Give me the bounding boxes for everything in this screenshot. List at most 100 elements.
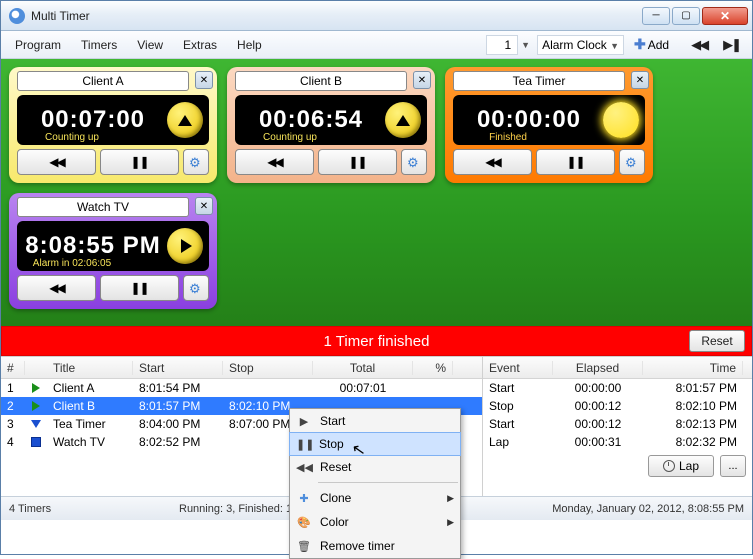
- gear-icon: ⚙: [189, 155, 203, 169]
- menu-item-label: Color: [320, 515, 349, 529]
- gear-icon: ⚙: [407, 155, 421, 169]
- timer-main-button[interactable]: [385, 102, 421, 138]
- col-time[interactable]: Time: [643, 361, 743, 375]
- timer-main-button[interactable]: [603, 102, 639, 138]
- context-menu-item[interactable]: ▶ Start: [290, 409, 460, 433]
- sound-select[interactable]: Alarm Clock ▼: [537, 35, 624, 55]
- table-row[interactable]: Start 00:00:00 8:01:57 PM: [483, 379, 752, 397]
- stop-icon: [31, 437, 41, 447]
- menu-item-label: Reset: [320, 460, 351, 474]
- play-icon: [31, 400, 41, 412]
- timer-pause-button[interactable]: ❚❚: [100, 275, 179, 301]
- col-start[interactable]: Start: [133, 361, 223, 375]
- context-menu-item[interactable]: ◀◀ Reset: [290, 455, 460, 479]
- timer-settings-button[interactable]: ⚙: [401, 149, 427, 175]
- timer-main-button[interactable]: [167, 228, 203, 264]
- menu-program[interactable]: Program: [5, 34, 71, 56]
- timer-close-button[interactable]: ✕: [413, 71, 431, 89]
- more-button[interactable]: ...: [720, 455, 746, 477]
- status-datetime: Monday, January 02, 2012, 8:08:55 PM: [552, 503, 744, 515]
- timer-digits: 00:06:54: [241, 106, 381, 134]
- timer-pause-button[interactable]: ❚❚: [318, 149, 397, 175]
- menu-item-icon: ▶: [296, 415, 312, 428]
- menu-item-icon: ❚❚: [296, 438, 312, 451]
- col-index[interactable]: #: [1, 361, 25, 375]
- timer-close-button[interactable]: ✕: [195, 197, 213, 215]
- finished-banner: 1 Timer finished Reset: [1, 326, 752, 356]
- lap-button[interactable]: Lap: [648, 455, 714, 477]
- events-table: Event Elapsed Time Start 00:00:00 8:01:5…: [482, 357, 752, 496]
- col-percent[interactable]: %: [413, 361, 453, 375]
- close-button[interactable]: ✕: [702, 7, 748, 25]
- submenu-arrow-icon: ▶: [447, 493, 454, 504]
- timer-title[interactable]: Client B: [235, 71, 407, 91]
- rewind-button[interactable]: ◀◀: [683, 35, 715, 55]
- timer-close-button[interactable]: ✕: [631, 71, 649, 89]
- gear-icon: ⚙: [625, 155, 639, 169]
- timer-pause-button[interactable]: ❚❚: [100, 149, 179, 175]
- menu-item-icon: 🗑: [296, 540, 312, 553]
- timer-rewind-button[interactable]: ◀◀: [235, 149, 314, 175]
- add-button[interactable]: Add: [648, 38, 669, 52]
- timer-rewind-button[interactable]: ◀◀: [453, 149, 532, 175]
- minimize-button[interactable]: ─: [642, 7, 670, 25]
- timer-main-button[interactable]: [167, 102, 203, 138]
- menu-view[interactable]: View: [127, 34, 173, 56]
- col-elapsed[interactable]: Elapsed: [553, 361, 643, 375]
- maximize-button[interactable]: ▢: [672, 7, 700, 25]
- down-icon: [31, 418, 41, 430]
- timer-display: 8:08:55 PM Alarm in 02:06:05: [17, 221, 209, 271]
- col-stop[interactable]: Stop: [223, 361, 313, 375]
- col-title[interactable]: Title: [47, 361, 133, 375]
- titlebar: Multi Timer ─ ▢ ✕: [1, 1, 752, 31]
- menu-timers[interactable]: Timers: [71, 34, 127, 56]
- menu-item-label: Remove timer: [320, 539, 395, 553]
- timer-subtext: Counting up: [241, 132, 339, 143]
- table-row[interactable]: Lap 00:00:31 8:02:32 PM: [483, 433, 752, 451]
- col-event[interactable]: Event: [483, 361, 553, 375]
- timer-rewind-button[interactable]: ◀◀: [17, 275, 96, 301]
- timer-close-button[interactable]: ✕: [195, 71, 213, 89]
- col-total[interactable]: Total: [313, 361, 413, 375]
- context-menu-item[interactable]: 🗑 Remove timer: [290, 534, 460, 558]
- table-row[interactable]: 1 Client A 8:01:54 PM 00:07:01: [1, 379, 482, 397]
- menu-item-label: Clone: [320, 491, 351, 505]
- timer-settings-button[interactable]: ⚙: [183, 149, 209, 175]
- menu-separator: [318, 482, 458, 483]
- table-row[interactable]: Start 00:00:12 8:02:13 PM: [483, 415, 752, 433]
- context-menu-item[interactable]: 🎨 Color ▶: [290, 510, 460, 534]
- timer-settings-button[interactable]: ⚙: [619, 149, 645, 175]
- context-menu-item[interactable]: ❚❚ Stop: [289, 432, 461, 456]
- menu-item-label: Stop: [319, 437, 344, 451]
- play-pause-button[interactable]: ▶❚: [715, 35, 748, 55]
- timer-rewind-button[interactable]: ◀◀: [17, 149, 96, 175]
- menu-extras[interactable]: Extras: [173, 34, 227, 56]
- context-menu-item[interactable]: ✚ Clone ▶: [290, 486, 460, 510]
- timer-card: ✕ Client B 00:06:54 Counting up ◀◀ ❚❚ ⚙: [227, 67, 435, 183]
- timer-title[interactable]: Tea Timer: [453, 71, 625, 91]
- status-timer-count: 4 Timers: [9, 503, 179, 515]
- events-table-header: Event Elapsed Time: [483, 357, 752, 379]
- timer-subtext: Finished: [459, 132, 557, 143]
- timers-table-header: # Title Start Stop Total %: [1, 357, 482, 379]
- context-menu: ▶ Start ❚❚ Stop ◀◀ Reset ✚ Clone ▶ 🎨 Col…: [289, 408, 461, 559]
- counter-dropdown-icon[interactable]: ▼: [518, 40, 533, 50]
- menu-item-label: Start: [320, 414, 345, 428]
- menu-item-icon: 🎨: [296, 516, 312, 529]
- table-row[interactable]: Stop 00:00:12 8:02:10 PM: [483, 397, 752, 415]
- timer-workspace: ✕ Client A 00:07:00 Counting up ◀◀ ❚❚ ⚙ …: [1, 59, 752, 326]
- reset-button[interactable]: Reset: [689, 330, 745, 352]
- events-footer: Lap ...: [483, 451, 752, 481]
- timer-title[interactable]: Watch TV: [17, 197, 189, 217]
- timer-title[interactable]: Client A: [17, 71, 189, 91]
- timer-card: ✕ Tea Timer 00:00:00 Finished ◀◀ ❚❚ ⚙: [445, 67, 653, 183]
- counter-field[interactable]: 1: [486, 35, 518, 55]
- menu-item-icon: ✚: [296, 492, 312, 505]
- menu-help[interactable]: Help: [227, 34, 272, 56]
- timer-card: ✕ Watch TV 8:08:55 PM Alarm in 02:06:05 …: [9, 193, 217, 309]
- app-icon: [9, 8, 25, 24]
- timer-subtext: Alarm in 02:06:05: [23, 258, 121, 269]
- timer-pause-button[interactable]: ❚❚: [536, 149, 615, 175]
- timer-settings-button[interactable]: ⚙: [183, 275, 209, 301]
- timer-display: 00:06:54 Counting up: [235, 95, 427, 145]
